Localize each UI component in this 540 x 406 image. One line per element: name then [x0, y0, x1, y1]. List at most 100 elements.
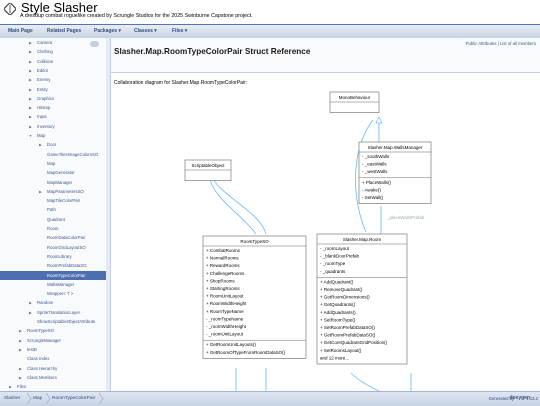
tree-item[interactable]: ▶ Graphics	[0, 94, 106, 103]
class-box-room[interactable]: Slasher.Map.Room - _roomLayout - _blankDoo…	[316, 233, 408, 365]
tree-item-label[interactable]: Quadrant	[47, 217, 65, 222]
tree-item-label[interactable]: GameTilesImageColorsSO	[47, 152, 98, 157]
tree-item-label[interactable]: Graphics	[37, 96, 54, 101]
tree-item[interactable]: WallsManager	[0, 280, 106, 289]
tree-item-label[interactable]: testD	[27, 347, 37, 352]
tree-item-label[interactable]: Entity	[37, 87, 48, 92]
tree-item[interactable]: ▶ Hitstop	[0, 103, 106, 112]
tree-item-label[interactable]: Path	[47, 207, 56, 212]
tree-item[interactable]: ▼ Map	[0, 131, 106, 140]
tree-item[interactable]: ▶ Inventory	[0, 122, 106, 131]
tree-item-label[interactable]: Files	[17, 384, 26, 389]
tree-item-label[interactable]: RoomGridLayoutSO	[47, 245, 86, 250]
nav-main-page[interactable]: Main Page	[8, 28, 33, 35]
class-box-roomtypeso[interactable]: RoomTypeSO + CombatRooms + NormalRooms + Re…	[202, 235, 307, 359]
tree-item[interactable]: ShowScriptableObjectAttribute	[0, 317, 106, 326]
breadcrumb-item[interactable]: Slasher	[4, 395, 20, 402]
nav-packages[interactable]: Packages ▾	[94, 28, 121, 35]
tree-item-label[interactable]: Map	[37, 133, 45, 138]
tree-item-label[interactable]: RoomLibrary	[47, 254, 72, 259]
tree-item[interactable]: ▶ Editor	[0, 66, 106, 75]
tree-item[interactable]: ▶ SpriteTranslationLayer	[0, 308, 106, 317]
tree-item-label[interactable]: RoomTypeColorPair	[47, 273, 86, 278]
nav-classes[interactable]: Classes ▾	[134, 28, 157, 35]
tree-item-label[interactable]: Camera	[37, 40, 52, 45]
tree-item-label[interactable]: MapGenerator	[47, 170, 75, 175]
tree-item-label[interactable]: RoomTypeSO	[27, 328, 54, 333]
doxygen-version: 1.13.2	[526, 396, 538, 401]
tree-item-label[interactable]: Wrapper< T >	[47, 291, 73, 296]
class-member: + GetCoreQuadrantGridPosition()	[320, 340, 388, 345]
tree-item[interactable]: ▶ Class Members	[0, 373, 106, 382]
tree-item-label[interactable]: SpriteTranslationLayer	[37, 310, 80, 315]
tree-item[interactable]: MapManager	[0, 178, 106, 187]
tree-item[interactable]: RoomTypeColorPair	[0, 270, 106, 280]
tree-item[interactable]: ▶ testD	[0, 345, 106, 354]
tree-item[interactable]: ▶ MapParametersSO	[0, 187, 106, 196]
class-box-scriptableobject[interactable]: ScriptableObject	[184, 159, 232, 181]
tree-item-label[interactable]: Class Index	[27, 356, 49, 361]
tree-item-label[interactable]: ShowScriptableObjectAttribute	[37, 319, 95, 324]
class-member: - _blankDoorPrefab	[320, 254, 360, 259]
tree-item-label[interactable]: Inventory	[37, 124, 55, 129]
tree-item[interactable]: Quadrant	[0, 215, 106, 224]
tree-item[interactable]: GameTilesImageColorsSO	[0, 150, 106, 159]
tree-item[interactable]: RoomDataColorPair	[0, 233, 106, 242]
tree-item-label[interactable]: Clothing	[37, 49, 53, 54]
tree-item[interactable]: ▶ Clothing	[0, 47, 106, 56]
tree-item-label[interactable]: ScrungleManager	[27, 338, 61, 343]
class-member: and 12 more...	[320, 355, 349, 360]
tree-item-label[interactable]: Door	[47, 142, 56, 147]
tree-item[interactable]: ▶ Input	[0, 112, 106, 121]
tree-item-label[interactable]: Room	[47, 226, 58, 231]
tree-item-label[interactable]: Random	[37, 300, 53, 305]
tree-item-label[interactable]: Map	[47, 161, 55, 166]
class-member: - _roomUnitLayout	[206, 332, 244, 337]
tree-item[interactable]: Path	[0, 205, 106, 214]
tree-item-label[interactable]: Editor	[37, 68, 48, 73]
tree-item[interactable]: Map	[0, 159, 106, 168]
class-box-wallsmanager[interactable]: Slasher.Map.WallsManager - _southWalls - _…	[358, 141, 432, 204]
tree-item[interactable]: ▶ Entity	[0, 85, 106, 94]
class-member: + AddQuadrant()	[320, 279, 354, 284]
tree-item[interactable]: ▶ Class Hierarchy	[0, 364, 106, 373]
tree-item[interactable]: ▶ Random	[0, 298, 106, 307]
diagram-edge	[210, 175, 267, 235]
tree-item[interactable]: Room	[0, 224, 106, 233]
class-member: + AddQuadrants()	[320, 310, 356, 315]
tree-item-label[interactable]: Hitstop	[37, 105, 50, 110]
nav-files[interactable]: Files ▾	[172, 28, 187, 35]
breadcrumb-item[interactable]: Map	[33, 395, 42, 402]
tree-item[interactable]: RoomPrefabDataSO	[0, 261, 106, 270]
tree-item[interactable]: RoomLibrary	[0, 252, 106, 261]
tree-item-label[interactable]: WallsManager	[47, 282, 74, 287]
class-member: + RemoveQuadrant()	[320, 287, 363, 292]
sync-toggle-button[interactable]	[90, 41, 99, 47]
tree-item-label[interactable]: MapParametersSO	[47, 189, 84, 194]
tree-item[interactable]: ▶ Collision	[0, 57, 106, 66]
tree-item-label[interactable]: RoomPrefabDataSO	[47, 263, 86, 268]
tree-item-label[interactable]: MapManager	[47, 180, 72, 185]
breadcrumb-item[interactable]: RoomTypeColorPair	[52, 395, 95, 402]
tree-item[interactable]: ▶ Door	[0, 140, 106, 149]
tree-item[interactable]: ▶ RoomTypeSO	[0, 326, 106, 335]
tree-item[interactable]: Wrapper< T >	[0, 289, 106, 298]
tree-item[interactable]: MapTileColorPair	[0, 196, 106, 205]
tree-item-label[interactable]: MapTileColorPair	[47, 198, 80, 203]
tree-item[interactable]: ▶ ScrungleManager	[0, 336, 106, 345]
tree-item-label[interactable]: RoomDataColorPair	[47, 235, 85, 240]
tree-item[interactable]: RoomGridLayoutSO	[0, 243, 106, 252]
tree-item-label[interactable]: Input	[37, 114, 47, 119]
tree-item-label[interactable]: Class Hierarchy	[27, 366, 57, 371]
nav-related-pages[interactable]: Related Pages	[47, 28, 81, 35]
collapsed-arrow-icon[interactable]: ▶	[8, 383, 13, 391]
tree-item-label[interactable]: Enemy	[37, 77, 50, 82]
tree-item[interactable]: ▶ Enemy	[0, 75, 106, 84]
class-box-monobehaviour[interactable]: MonoBehaviour	[329, 91, 380, 113]
tree-item[interactable]: ▶ Files	[0, 382, 106, 391]
class-member: + GetRoomDimensions()	[320, 295, 370, 300]
tree-item[interactable]: Class Index	[0, 354, 106, 363]
tree-item[interactable]: MapGenerator	[0, 168, 106, 177]
tree-item-label[interactable]: Class Members	[27, 375, 57, 380]
tree-item-label[interactable]: Collision	[37, 59, 53, 64]
